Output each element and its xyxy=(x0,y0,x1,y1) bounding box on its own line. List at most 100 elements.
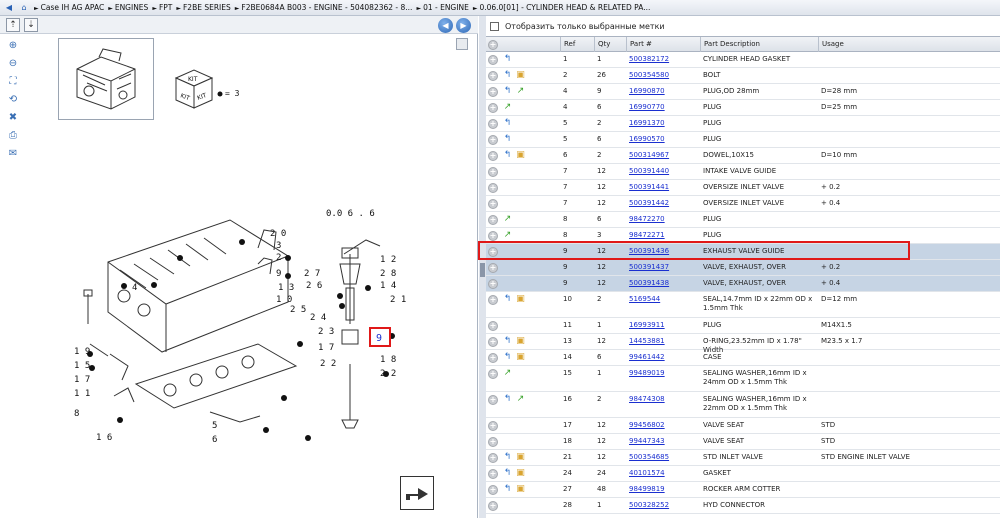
zoom-out-icon[interactable]: ⊖ xyxy=(6,56,20,70)
exploded-diagram[interactable]: 0.0 6 . 6 2 0 3 2 9 2 7 2 6 4 1 3 1 02 5 2 4… xyxy=(50,184,410,456)
table-row[interactable]: + ↰ ▣ 14 6 99461442 CASE xyxy=(486,350,1000,366)
cell-part[interactable]: 98472270 xyxy=(626,212,700,224)
add-to-cart-icon[interactable]: + xyxy=(488,263,498,273)
add-to-cart-icon[interactable]: + xyxy=(488,337,498,347)
breadcrumb-label[interactable]: ENGINES xyxy=(115,3,148,12)
cell-part[interactable]: 16993911 xyxy=(626,318,700,330)
kit-box-icon[interactable]: ▣ xyxy=(515,352,526,363)
add-to-cart-icon[interactable]: + xyxy=(488,247,498,257)
table-row[interactable]: + ↗ 8 3 98472271 PLUG xyxy=(486,228,1000,244)
column-header[interactable]: Usage xyxy=(818,37,998,52)
table-row[interactable]: +18 12 99447343 VALVE SEAT STD xyxy=(486,434,1000,450)
replacement-icon[interactable]: ↗ xyxy=(515,86,526,97)
breadcrumb-item[interactable]: ► F2BE0684A B003 - ENGINE - 504082362 - 8… xyxy=(235,3,413,12)
cell-part[interactable]: 16990870 xyxy=(626,84,700,96)
link-icon[interactable]: ↰ xyxy=(502,70,513,81)
link-icon[interactable]: ↰ xyxy=(502,54,513,65)
table-row[interactable]: + ↰ ▣ 27 48 98499819 ROCKER ARM COTTER xyxy=(486,482,1000,498)
table-row[interactable]: + ↰ ↗ 4 9 16990870 PLUG,OD 28mm D=28 mm xyxy=(486,84,1000,100)
kit-box-icon[interactable]: ▣ xyxy=(515,468,526,479)
nav-up-icon[interactable]: ⇡ xyxy=(6,18,20,32)
cell-part[interactable]: 98472271 xyxy=(626,228,700,240)
table-row[interactable]: + ↰ ↗ 16 2 98474308 SEALING WASHER,16mm ID x 2… xyxy=(486,392,1000,418)
breadcrumb-item[interactable]: ► ENGINES xyxy=(108,3,148,12)
breadcrumb-label[interactable]: FPT xyxy=(159,3,172,12)
breadcrumb-item[interactable]: ► 0.06.0[01] - CYLINDER HEAD & RELATED PA… xyxy=(473,3,651,12)
table-row[interactable]: +9 12 500391437 VALVE, EXHAUST, OVER + 0.2 xyxy=(486,260,1000,276)
link-icon[interactable]: ↰ xyxy=(502,484,513,495)
email-icon[interactable]: ✉ xyxy=(6,146,20,160)
cell-part[interactable]: 98499819 xyxy=(626,482,700,494)
prev-page-button[interactable]: ◀ xyxy=(438,18,453,33)
add-to-cart-icon[interactable]: + xyxy=(488,231,498,241)
link-icon[interactable]: ↰ xyxy=(502,86,513,97)
table-row[interactable]: +9 12 500391436 EXHAUST VALVE GUIDE xyxy=(486,244,1000,260)
table-row[interactable]: +28 1 500328252 HYD CONNECTOR xyxy=(486,498,1000,514)
add-to-cart-icon[interactable]: + xyxy=(488,453,498,463)
table-row[interactable]: +7 12 500391441 OVERSIZE INLET VALVE + 0.2 xyxy=(486,180,1000,196)
breadcrumb-item[interactable]: ► FPT xyxy=(152,3,172,12)
table-row[interactable]: +9 12 500391438 VALVE, EXHAUST, OVER + 0.4 xyxy=(486,276,1000,292)
table-row[interactable]: +11 1 16993911 PLUG M14X1.5 xyxy=(486,318,1000,334)
add-to-cart-icon[interactable]: + xyxy=(488,501,498,511)
show-selected-checkbox[interactable] xyxy=(490,21,499,31)
add-to-cart-icon[interactable]: + xyxy=(488,215,498,225)
link-icon[interactable]: ↰ xyxy=(502,294,513,305)
kit-box-icon[interactable]: ▣ xyxy=(515,452,526,463)
reset-icon[interactable]: ⟲ xyxy=(6,92,20,106)
breadcrumb-item[interactable]: ► 01 - ENGINE xyxy=(416,3,468,12)
highlighted-callout[interactable]: 9 xyxy=(376,333,382,344)
table-row[interactable]: + ↗ 4 6 16990770 PLUG D=25 mm xyxy=(486,100,1000,116)
add-to-cart-icon[interactable]: + xyxy=(488,183,498,193)
add-to-cart-icon[interactable]: + xyxy=(488,199,498,209)
breadcrumb-label[interactable]: 01 - ENGINE xyxy=(423,3,469,12)
cell-part[interactable]: 16990770 xyxy=(626,100,700,112)
table-row[interactable]: + ↰ 1 1 500382172 CYLINDER HEAD GASKET xyxy=(486,52,1000,68)
link-icon[interactable]: ↰ xyxy=(502,118,513,129)
kit-box-icon[interactable]: ▣ xyxy=(515,484,526,495)
breadcrumb-label[interactable]: Case IH AG APAC xyxy=(41,3,105,12)
add-to-cart-icon[interactable]: + xyxy=(488,321,498,331)
cell-part[interactable]: 40101574 xyxy=(626,466,700,478)
next-page-button[interactable]: ▶ xyxy=(456,18,471,33)
engine-thumbnail[interactable] xyxy=(58,38,154,120)
column-header[interactable]: Part Description xyxy=(700,37,818,52)
add-to-cart-icon[interactable]: + xyxy=(488,55,498,65)
table-row[interactable]: +7 12 500391440 INTAKE VALVE GUIDE xyxy=(486,164,1000,180)
link-icon[interactable]: ↰ xyxy=(502,468,513,479)
cell-part[interactable]: 16990570 xyxy=(626,132,700,144)
breadcrumb-label[interactable]: F2BE0684A B003 - ENGINE - 504082362 - 8.… xyxy=(241,3,412,12)
add-to-cart-icon[interactable]: + xyxy=(488,87,498,97)
cell-part[interactable]: 99489019 xyxy=(626,366,700,378)
add-to-cart-icon[interactable]: + xyxy=(488,369,498,379)
table-row[interactable]: + ↰ 5 6 16990570 PLUG xyxy=(486,132,1000,148)
cell-part[interactable]: 16991370 xyxy=(626,116,700,128)
cell-part[interactable]: 500354685 xyxy=(626,450,700,462)
cell-part[interactable]: 500391438 xyxy=(626,276,700,288)
cell-part[interactable]: 99456802 xyxy=(626,418,700,430)
table-row[interactable]: + ↰ ▣ 13 12 14453881 O-RING,23.52mm ID x 1.78"… xyxy=(486,334,1000,354)
add-to-cart-icon[interactable]: + xyxy=(488,485,498,495)
table-row[interactable]: +17 12 99456802 VALVE SEAT STD xyxy=(486,418,1000,434)
cell-part[interactable]: 500328252 xyxy=(626,498,700,510)
breadcrumb-item[interactable]: ► F2BE SERIES xyxy=(176,3,230,12)
cell-part[interactable]: 500314967 xyxy=(626,148,700,160)
breadcrumb-item[interactable]: ► Case IH AG APAC xyxy=(34,3,104,12)
table-row[interactable]: + ↗ 15 1 99489019 SEALING WASHER,16mm ID x 24… xyxy=(486,366,1000,392)
link-icon[interactable]: ↰ xyxy=(502,394,513,405)
kit-box-icon[interactable]: ▣ xyxy=(515,70,526,81)
cell-part[interactable]: 14453881 xyxy=(626,334,700,346)
column-header[interactable]: Part # xyxy=(626,37,700,52)
zoom-in-icon[interactable]: ⊕ xyxy=(6,38,20,52)
breadcrumb-label[interactable]: F2BE SERIES xyxy=(183,3,231,12)
cell-part[interactable]: 98474308 xyxy=(626,392,700,404)
add-to-cart-icon[interactable]: + xyxy=(488,103,498,113)
print-icon[interactable]: ⎙ xyxy=(6,128,20,142)
add-to-cart-icon[interactable]: + xyxy=(488,395,498,405)
cell-part[interactable]: 500391437 xyxy=(626,260,700,272)
cell-part[interactable]: 500354580 xyxy=(626,68,700,80)
add-to-cart-icon[interactable]: + xyxy=(488,469,498,479)
next-diagram-button[interactable] xyxy=(400,476,434,510)
kit-box-icon[interactable]: ▣ xyxy=(515,150,526,161)
breadcrumb-label[interactable]: 0.06.0[01] - CYLINDER HEAD & RELATED PA.… xyxy=(479,3,650,12)
